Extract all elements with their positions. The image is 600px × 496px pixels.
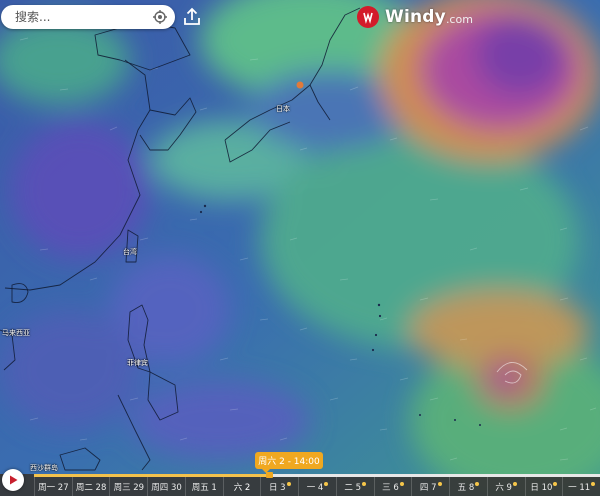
label-philippines: 菲律宾 (127, 359, 148, 367)
locate-icon[interactable] (151, 8, 169, 26)
play-button[interactable] (2, 469, 24, 491)
day-label: 六 2 (233, 482, 251, 493)
day-label: 五 8 (457, 482, 475, 493)
timeline-day[interactable]: 一 11 (562, 477, 600, 496)
day-label: 一 4 (306, 482, 324, 493)
timeline-day[interactable]: 三 6 (373, 477, 412, 496)
timeline-day[interactable]: 周四 30 (147, 477, 185, 496)
windy-logo-icon (357, 6, 379, 28)
wind-map[interactable] (0, 0, 600, 496)
day-label: 六 9 (495, 482, 512, 493)
timeline-day[interactable]: 周三 29 (109, 477, 147, 496)
timeline-days: 周一 27 周二 28 周三 29 周四 30 周五 1 六 2 日 3 一 4… (34, 477, 600, 496)
search-input[interactable] (15, 10, 151, 24)
timeline-day[interactable]: 日 10 (524, 477, 563, 496)
brand-tld: .com (445, 13, 473, 26)
sun-icon (553, 481, 558, 486)
timeline-day[interactable]: 二 5 (335, 477, 374, 496)
current-time-tooltip: 周六 2 - 14:00 (255, 452, 323, 473)
brand-name: Windy (385, 7, 446, 27)
sun-icon (324, 481, 329, 486)
day-label: 日 3 (268, 482, 286, 493)
sun-icon (512, 481, 517, 486)
timeline-day[interactable]: 四 7 (411, 477, 449, 496)
timeline-day[interactable]: 一 4 (298, 477, 336, 496)
timeline[interactable]: 周一 27 周二 28 周三 29 周四 30 周五 1 六 2 日 3 一 4… (0, 474, 600, 496)
label-taiwan: 台湾 (123, 248, 137, 256)
timeline-day[interactable]: 周一 27 (34, 477, 72, 496)
sun-icon (362, 481, 367, 486)
timeline-handle[interactable] (266, 472, 273, 478)
windy-logo[interactable]: Windy .com (357, 4, 473, 30)
day-label: 周四 30 (151, 482, 182, 493)
day-label: 二 5 (344, 482, 362, 493)
day-label: 日 10 (530, 482, 553, 493)
search-bar[interactable] (1, 5, 175, 29)
label-japan: 日本 (276, 105, 290, 113)
timeline-day[interactable]: 六 9 (486, 477, 525, 496)
day-label: 周三 29 (113, 482, 145, 493)
day-label: 一 11 (568, 482, 591, 493)
sun-icon (286, 481, 291, 486)
play-icon (10, 475, 18, 485)
day-label: 四 7 (419, 482, 437, 493)
label-paracel-islands: 西沙群岛 (30, 464, 58, 472)
day-label: 周二 28 (75, 482, 107, 493)
timeline-day[interactable]: 周五 1 (184, 477, 223, 496)
day-label: 三 6 (382, 482, 399, 493)
day-label: 周一 27 (38, 482, 69, 493)
sun-icon (437, 481, 442, 486)
day-label: 周五 1 (191, 482, 217, 493)
timeline-day[interactable]: 周二 28 (71, 477, 110, 496)
timeline-day[interactable]: 五 8 (449, 477, 487, 496)
label-malaysia: 马来西亚 (2, 329, 30, 337)
share-icon[interactable] (181, 5, 203, 29)
sun-icon (399, 481, 404, 486)
timeline-day[interactable]: 日 3 (260, 477, 298, 496)
timeline-day-current[interactable]: 六 2 (222, 477, 261, 496)
sun-icon (475, 481, 480, 486)
sun-icon (591, 481, 596, 486)
